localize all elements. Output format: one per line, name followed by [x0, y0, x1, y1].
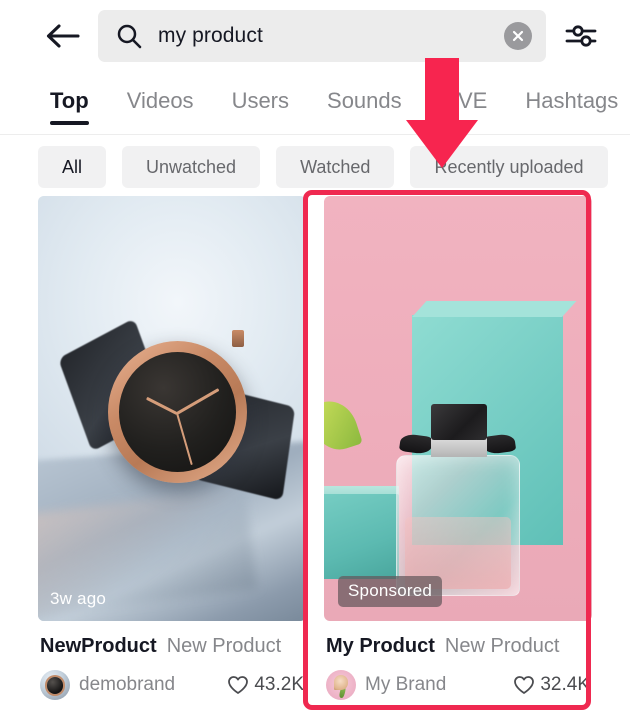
result-meta: NewProduct New Product demobrand 43.2K	[38, 621, 306, 700]
result-title-strong: NewProduct	[40, 635, 157, 657]
search-input-value[interactable]: my product	[158, 24, 504, 48]
chip-unwatched[interactable]: Unwatched	[122, 146, 261, 188]
clear-search-button[interactable]	[504, 22, 532, 50]
search-filter-button[interactable]	[556, 10, 608, 62]
teal-gift-box	[324, 493, 400, 579]
search-tab-bar: Top Videos Users Sounds LIVE Hashtags	[0, 72, 630, 135]
result-meta: My Product New Product My Brand 32.4K	[324, 621, 592, 700]
leaf-decor	[324, 394, 363, 457]
sponsored-badge: Sponsored	[338, 576, 443, 607]
watch-photo	[38, 196, 306, 621]
result-title-rest: New Product	[444, 635, 560, 657]
avatar[interactable]	[326, 670, 356, 700]
like-count-group: 43.2K	[227, 674, 304, 696]
watch-second-hand	[176, 412, 194, 465]
close-icon	[512, 30, 524, 42]
tab-users[interactable]: Users	[231, 72, 290, 134]
result-author-row[interactable]: demobrand 43.2K	[40, 670, 304, 700]
chip-recently-uploaded[interactable]: Recently uploaded	[410, 146, 608, 188]
filter-chip-bar: All Unwatched Watched Recently uploaded	[0, 143, 630, 191]
chip-label: Watched	[300, 156, 371, 177]
video-thumbnail[interactable]: 3w ago	[38, 196, 306, 621]
perfume-bottle	[396, 455, 520, 596]
chip-label: Recently uploaded	[434, 156, 584, 177]
like-count-group: 32.4K	[513, 674, 590, 696]
like-count: 32.4K	[540, 674, 590, 695]
result-card-myproduct[interactable]: Sponsored My Product New Product My Bran…	[324, 196, 592, 700]
tab-label: Top	[50, 88, 89, 113]
result-title-strong: My Product	[326, 635, 435, 657]
back-button[interactable]	[40, 13, 86, 59]
like-count: 43.2K	[254, 674, 304, 695]
chip-label: Unwatched	[146, 156, 237, 177]
watch-crown	[232, 329, 245, 347]
bottle-cap	[431, 404, 488, 441]
results-grid: 3w ago NewProduct New Product demobrand …	[0, 196, 630, 700]
search-icon	[117, 24, 142, 49]
tab-label: Sounds	[327, 88, 402, 113]
heart-icon	[228, 676, 249, 694]
tab-live[interactable]: LIVE	[439, 72, 488, 134]
tab-label: Videos	[126, 88, 194, 113]
result-card-newproduct[interactable]: 3w ago NewProduct New Product demobrand …	[38, 196, 306, 700]
bottle-collar	[431, 438, 488, 458]
result-title: NewProduct New Product	[40, 635, 304, 658]
filter-sliders-icon	[565, 25, 597, 47]
avatar[interactable]	[40, 670, 70, 700]
watch-minute-hand	[176, 387, 220, 415]
result-author-row[interactable]: My Brand 32.4K	[326, 670, 590, 700]
perfume-photo	[324, 196, 592, 621]
search-results-screen: my product Top Videos Users Sounds LIVE …	[0, 0, 630, 721]
tab-sounds[interactable]: Sounds	[327, 72, 402, 134]
tab-label: Users	[231, 88, 290, 113]
chip-watched[interactable]: Watched	[276, 146, 395, 188]
search-field[interactable]: my product	[98, 10, 546, 62]
author-name[interactable]: My Brand	[365, 674, 504, 696]
tab-top[interactable]: Top	[50, 72, 89, 134]
search-header: my product	[0, 0, 630, 72]
author-name[interactable]: demobrand	[79, 674, 218, 696]
result-title: My Product New Product	[326, 635, 590, 658]
heart-icon	[514, 676, 535, 694]
tab-videos[interactable]: Videos	[126, 72, 194, 134]
tab-label: LIVE	[439, 88, 488, 113]
watch-case	[107, 340, 248, 483]
back-arrow-icon	[46, 24, 80, 48]
tab-label: Hashtags	[525, 88, 619, 113]
chip-label: All	[62, 156, 83, 177]
timestamp-badge: 3w ago	[50, 589, 107, 608]
result-title-rest: New Product	[166, 635, 282, 657]
watch-dial	[118, 351, 236, 472]
tab-hashtags[interactable]: Hashtags	[525, 72, 619, 134]
chip-all[interactable]: All	[38, 146, 107, 188]
watch-hour-hand	[146, 396, 179, 415]
video-thumbnail[interactable]: Sponsored	[324, 196, 592, 621]
